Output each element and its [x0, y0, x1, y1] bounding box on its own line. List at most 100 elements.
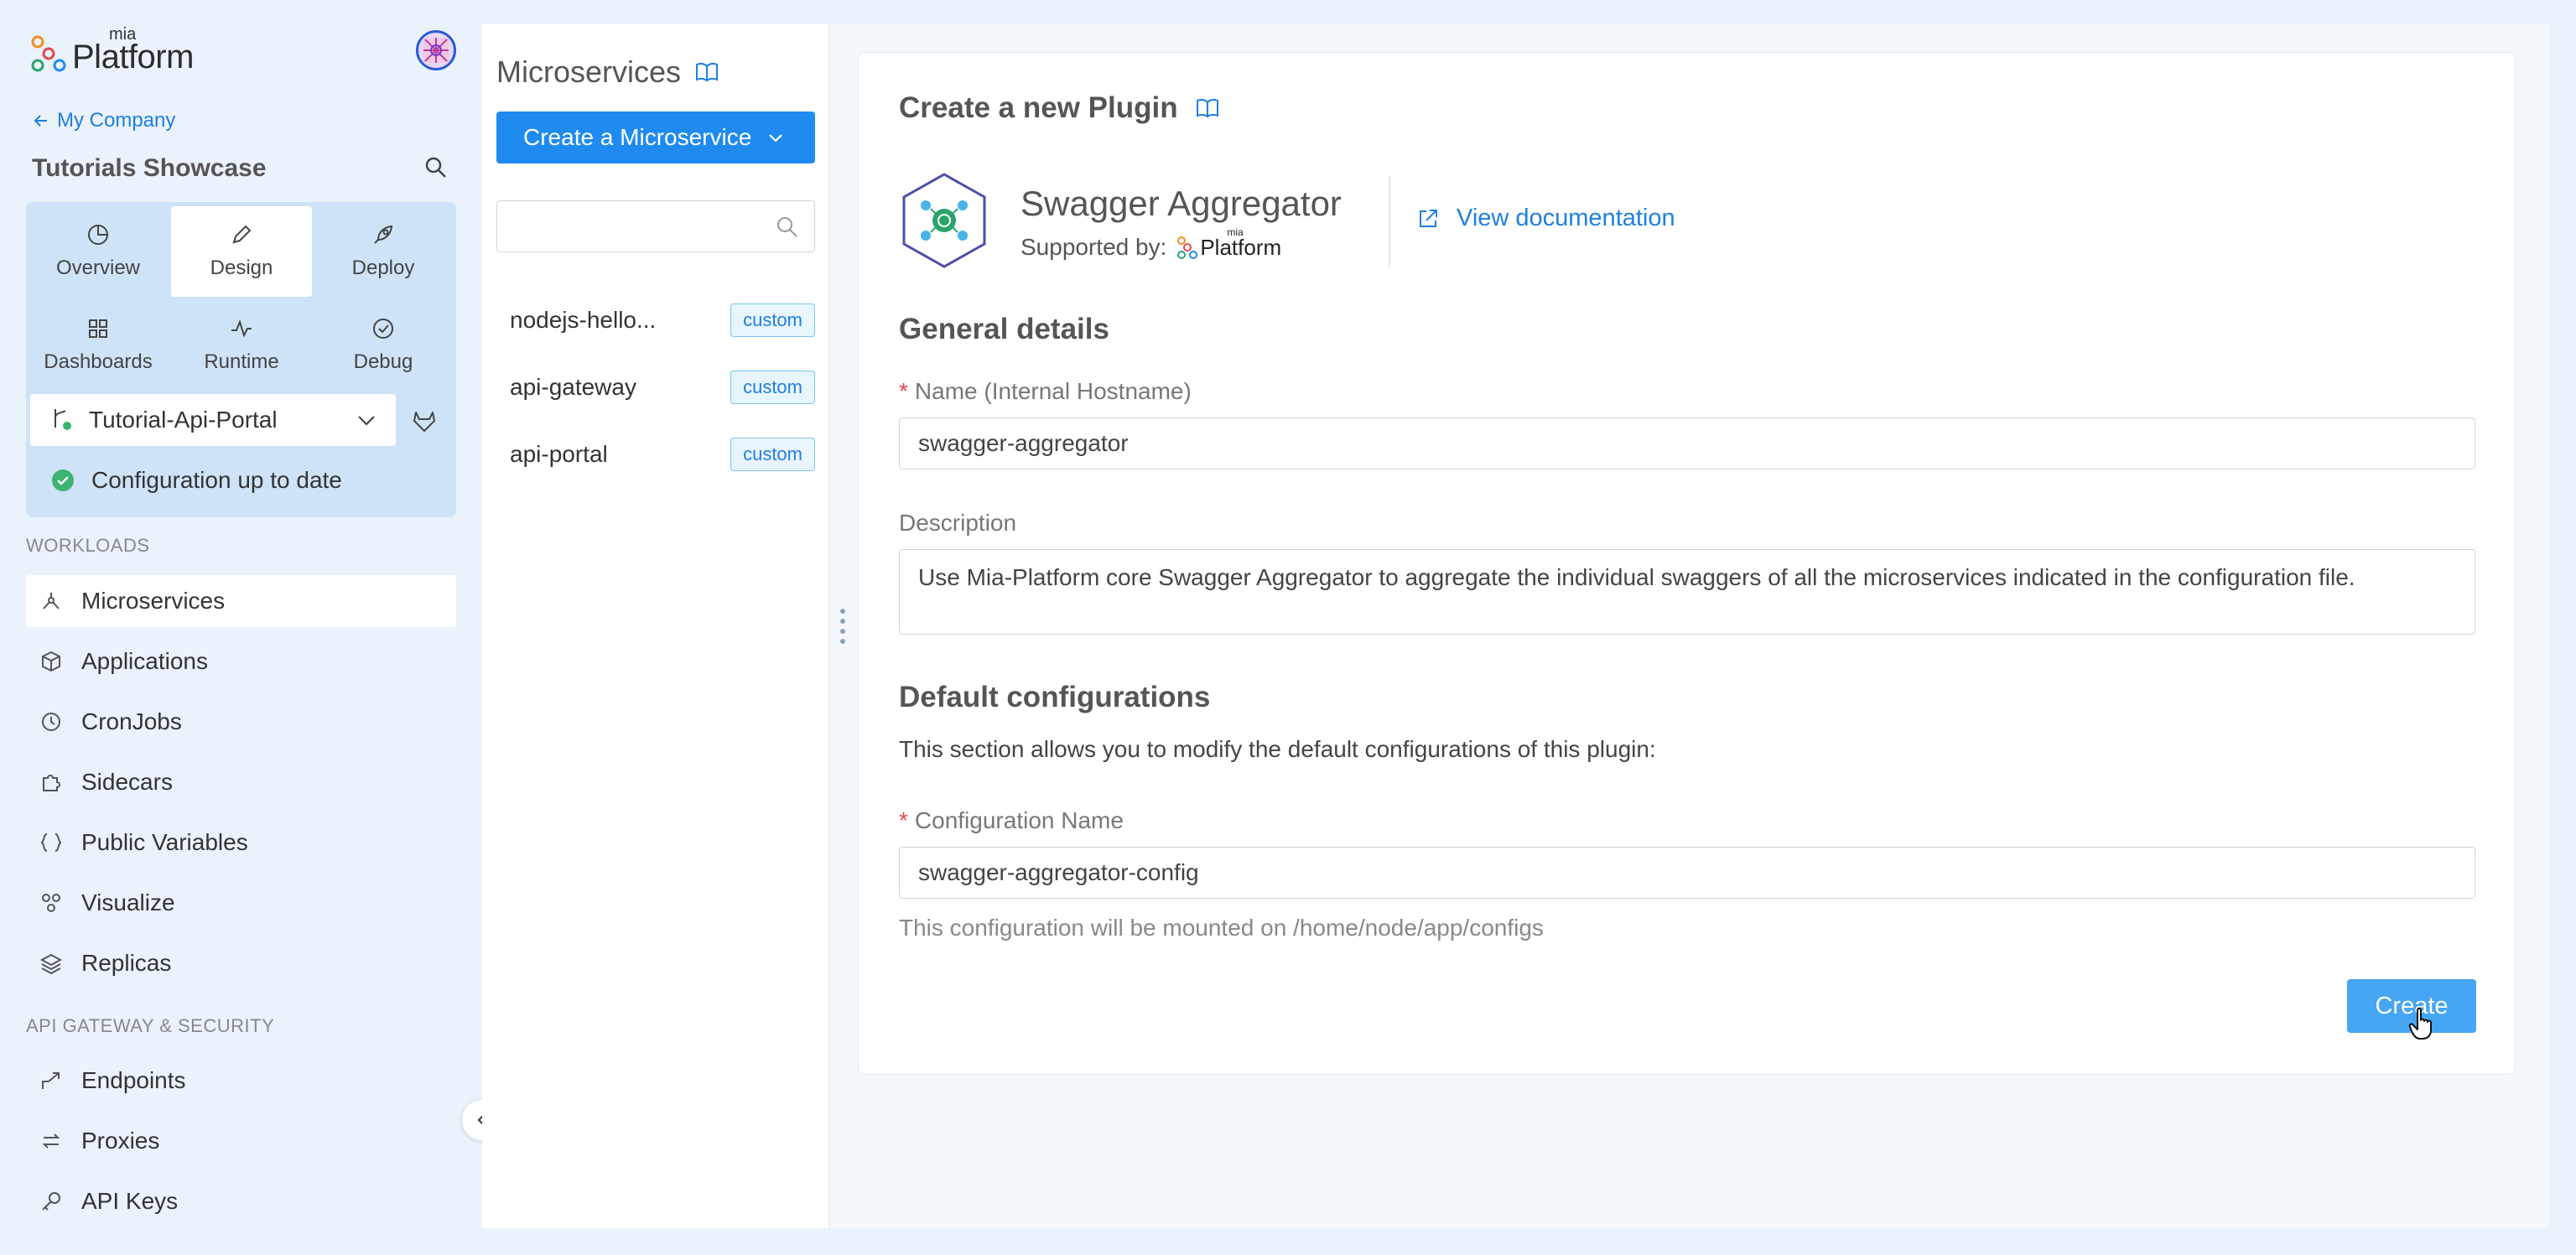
name-field-label: * Name (Internal Hostname)	[899, 378, 1192, 405]
logo-mia-text: mia	[109, 25, 137, 44]
custom-tag: custom	[730, 303, 815, 337]
cube-icon	[38, 648, 65, 675]
microservice-list-item[interactable]: nodejs-hello... custom	[510, 301, 815, 340]
description-textarea[interactable]: Use Mia-Platform core Swagger Aggregator…	[899, 549, 2475, 635]
description-field-label: Description	[899, 510, 1017, 536]
sidebar-item-label: Sidecars	[81, 769, 173, 795]
config-mount-hint: This configuration will be mounted on /h…	[899, 915, 1544, 941]
check-circle-icon	[373, 319, 393, 339]
hand-cursor-icon	[2408, 1007, 2432, 1040]
user-avatar[interactable]	[416, 30, 456, 70]
endpoint-icon	[38, 1067, 65, 1094]
chevron-down-icon	[358, 416, 375, 426]
mia-platform-mini-logo: mia Platform	[1176, 226, 1282, 261]
rocket-icon	[374, 225, 393, 244]
sidebar-item-microservices[interactable]: Microservices	[26, 575, 456, 627]
environment-name: Tutorial-Api-Portal	[89, 407, 278, 433]
microservices-title-text: Microservices	[496, 54, 682, 89]
create-plugin-form: Create a new Plugin Swagger Aggregator S…	[858, 52, 2516, 1075]
back-to-company-link[interactable]: My Company	[34, 109, 175, 132]
mode-overview-button[interactable]: Overview	[28, 206, 169, 297]
custom-tag: custom	[730, 438, 815, 471]
sidebar-item-proxies[interactable]: Proxies	[26, 1115, 456, 1167]
config-status-text: Configuration up to date	[91, 467, 342, 493]
sidebar-item-label: Proxies	[81, 1128, 160, 1154]
config-name-input[interactable]: swagger-aggregator-config	[899, 847, 2475, 899]
sidebar-item-label: Public Variables	[81, 829, 248, 855]
general-details-heading: General details	[899, 313, 1109, 345]
sidebar-item-replicas[interactable]: Replicas	[26, 937, 456, 989]
key-icon	[38, 1188, 65, 1215]
pencil-icon	[232, 225, 252, 244]
create-microservice-button[interactable]: Create a Microservice	[496, 111, 815, 163]
mini-logo-platform-text: Platform	[1200, 234, 1282, 260]
view-documentation-link[interactable]: View documentation	[1416, 205, 1675, 232]
external-link-icon	[1420, 209, 1437, 227]
mode-deploy-button[interactable]: Deploy	[313, 206, 454, 297]
mode-runtime-button[interactable]: Runtime	[171, 300, 312, 391]
microservices-search-input[interactable]	[496, 200, 815, 252]
name-label-text: Name (Internal Hostname)	[914, 378, 1192, 404]
header-divider	[1389, 175, 1390, 267]
microservice-icon	[38, 588, 65, 615]
swagger-aggregator-logo-icon	[902, 173, 986, 268]
name-input[interactable]: swagger-aggregator	[899, 417, 2475, 469]
arrow-left-icon	[34, 115, 47, 127]
clock-icon	[38, 708, 65, 735]
view-documentation-label: View documentation	[1457, 205, 1675, 231]
create-microservice-label: Create a Microservice	[523, 124, 752, 150]
form-title: Create a new Plugin	[899, 91, 1220, 125]
logo-mark-icon	[31, 35, 66, 72]
microservice-list-item[interactable]: api-gateway custom	[510, 368, 815, 407]
layers-icon	[38, 950, 65, 977]
mode-design-button[interactable]: Design	[171, 206, 312, 297]
mode-debug-label: Debug	[353, 350, 413, 373]
plugin-supported-by: Supported by: mia Platform	[1021, 226, 1282, 261]
microservice-list-item[interactable]: api-portal custom	[510, 435, 815, 474]
swap-icon	[38, 1128, 65, 1154]
api-section-label: API GATEWAY & SECURITY	[26, 1015, 275, 1036]
sidebar-item-visualize[interactable]: Visualize	[26, 877, 456, 929]
puzzle-icon	[38, 769, 65, 796]
project-search-button[interactable]	[424, 156, 448, 179]
sidebar-item-label: Replicas	[81, 950, 172, 976]
braces-icon	[38, 829, 65, 856]
gitlab-icon	[413, 412, 435, 432]
sidebar-item-api-keys[interactable]: API Keys	[26, 1175, 456, 1227]
sidebar-item-label: CronJobs	[81, 708, 182, 734]
sidebar-item-endpoints[interactable]: Endpoints	[26, 1055, 456, 1107]
config-name-label-text: Configuration Name	[914, 807, 1124, 833]
sidebar-item-label: Microservices	[81, 588, 226, 614]
sidebar-item-applications[interactable]: Applications	[26, 635, 456, 687]
search-icon	[777, 217, 797, 237]
mia-platform-logo[interactable]: mia Platform	[30, 25, 194, 75]
pulse-icon	[231, 319, 252, 338]
mini-logo-mia-text: mia	[1227, 226, 1244, 238]
search-icon	[425, 157, 446, 178]
panel-resize-handle[interactable]	[840, 609, 845, 644]
book-icon[interactable]	[694, 61, 719, 83]
gitlab-button[interactable]	[412, 409, 437, 433]
success-check-icon	[52, 469, 74, 491]
sidebar-item-sidecars[interactable]: Sidecars	[26, 756, 456, 808]
book-icon[interactable]	[1195, 97, 1220, 119]
mode-dashboards-button[interactable]: Dashboards	[28, 300, 169, 391]
pie-chart-icon	[88, 225, 108, 245]
sidebar-item-cronjobs[interactable]: CronJobs	[26, 696, 456, 748]
sidebar-item-label: Visualize	[81, 889, 175, 915]
mode-overview-label: Overview	[55, 257, 141, 279]
network-icon	[38, 889, 65, 916]
workloads-section-label: WORKLOADS	[26, 535, 150, 556]
config-name-field-label: * Configuration Name	[899, 807, 1124, 834]
mode-dashboards-label: Dashboards	[44, 350, 153, 373]
sidebar: mia Platform My Company Tutorials Showca…	[0, 0, 482, 1255]
environment-select[interactable]: Tutorial-Api-Portal	[30, 394, 396, 446]
sidebar-item-public-variables[interactable]: Public Variables	[26, 817, 456, 869]
microservice-name: nodejs-hello...	[510, 307, 657, 333]
config-status: Configuration up to date	[51, 467, 342, 494]
grid-icon	[89, 319, 107, 338]
mode-switcher-card: Overview Design Deploy Dashboards Runtim…	[26, 202, 456, 517]
default-configurations-heading: Default configurations	[899, 681, 1211, 713]
mode-debug-button[interactable]: Debug	[313, 300, 454, 391]
required-mark: *	[899, 807, 908, 833]
